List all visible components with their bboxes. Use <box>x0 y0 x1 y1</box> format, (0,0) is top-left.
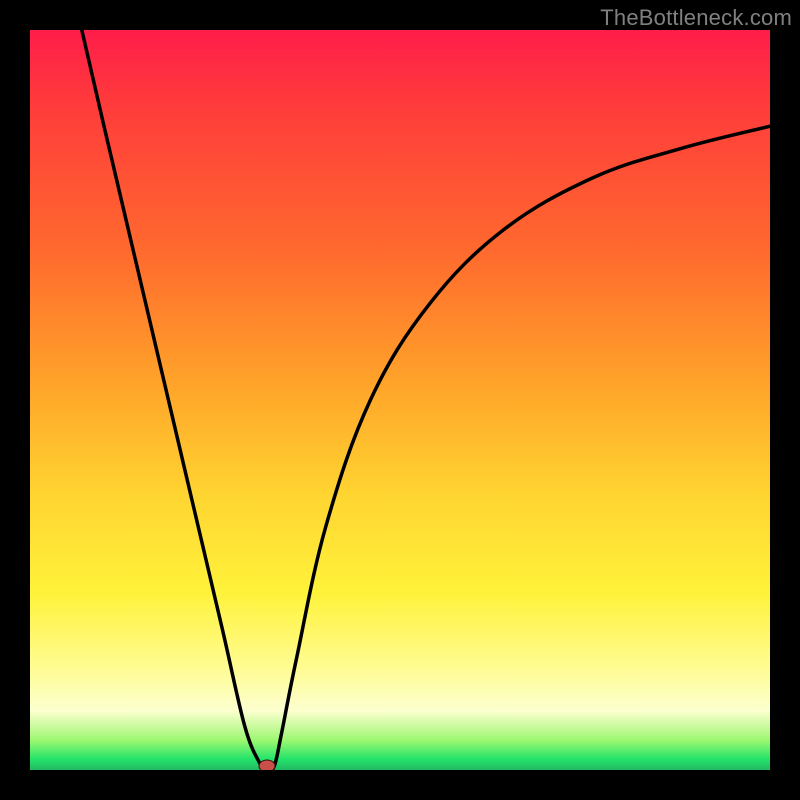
bottleneck-curve <box>30 30 770 770</box>
watermark-text: TheBottleneck.com <box>600 5 792 31</box>
chart-frame: TheBottleneck.com <box>0 0 800 800</box>
optimum-marker <box>258 760 275 770</box>
plot-area <box>30 30 770 770</box>
